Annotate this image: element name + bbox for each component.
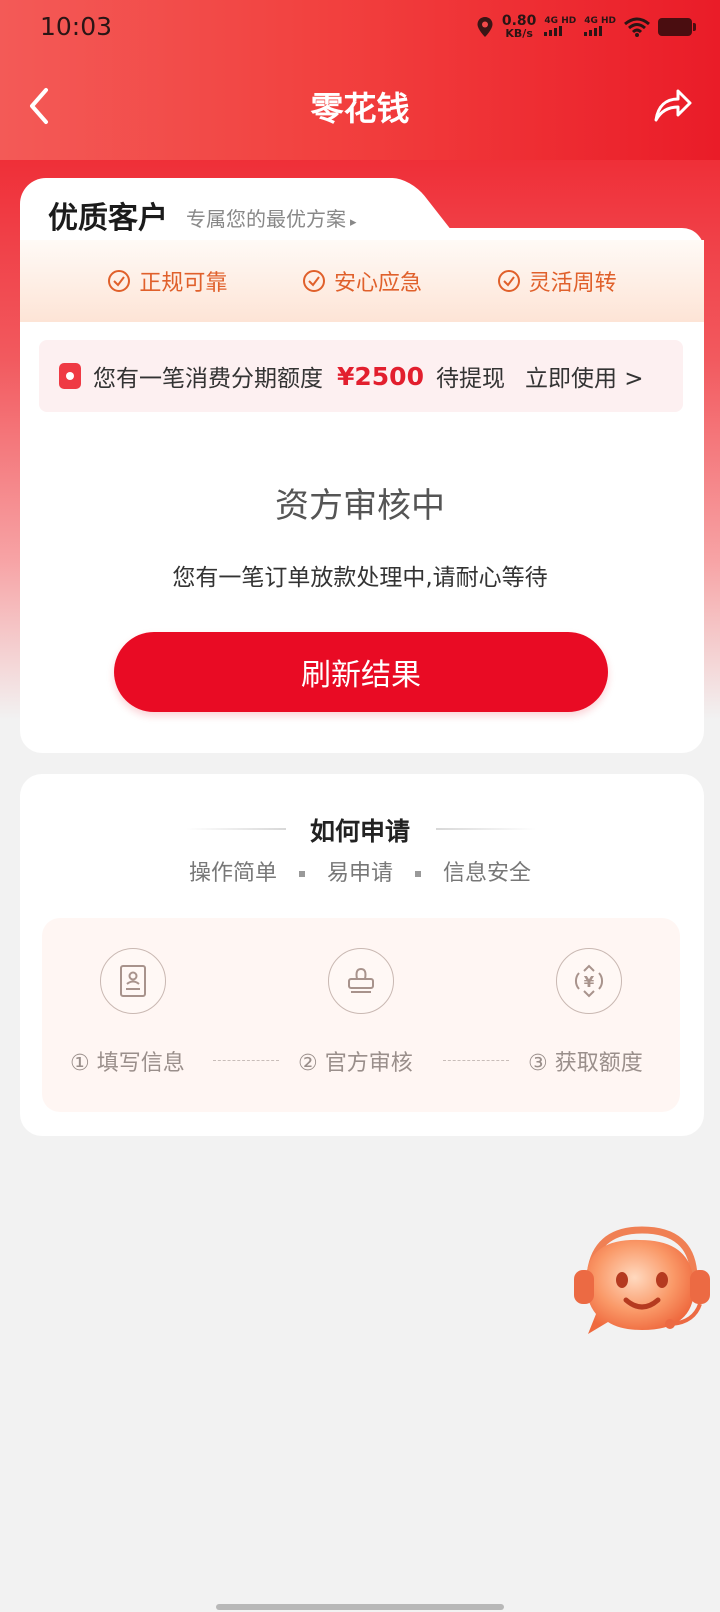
- review-status-title: 资方审核中: [275, 486, 445, 526]
- quota-banner[interactable]: 您有一笔消费分期额度 ¥2500 待提现 立即使用 >: [39, 340, 683, 412]
- svg-text:¥: ¥: [584, 973, 595, 991]
- step-1-label: ① 填写信息: [70, 1051, 185, 1076]
- status-icons: 0.80 KB/s 4G HD 4G HD: [476, 14, 696, 39]
- step-2-label: ② 官方审核: [298, 1051, 413, 1076]
- how-to-apply-title: 如何申请: [309, 817, 410, 846]
- step-connector: [443, 1060, 509, 1061]
- how-to-apply-tags: 操作简单 易申请 信息安全: [0, 855, 720, 887]
- signal-2: 4G HD: [584, 17, 616, 36]
- feature-strip: 正规可靠 安心应急 灵活周转: [20, 240, 704, 322]
- signal-1: 4G HD: [544, 17, 576, 36]
- triangle-right-icon: ▸: [350, 215, 357, 230]
- review-status-desc: 您有一笔订单放款处理中,请耐心等待: [172, 565, 548, 591]
- network-speed: 0.80 KB/s: [502, 14, 537, 39]
- status-time: 10:03: [40, 12, 113, 41]
- separator-dot: [298, 871, 305, 877]
- speed-unit: KB/s: [505, 27, 533, 40]
- check-circle-icon: [497, 270, 520, 292]
- location-icon: [477, 16, 493, 37]
- navigation-bar: 零花钱: [0, 60, 720, 150]
- check-circle-icon: [302, 270, 325, 292]
- feature-item: 安心应急: [302, 265, 422, 297]
- page-title: 零花钱: [310, 89, 410, 128]
- status-bar: 10:03 0.80 KB/s 4G HD 4G HD: [0, 0, 720, 56]
- check-circle-icon: [108, 270, 131, 292]
- divider-line: [436, 828, 536, 830]
- feature-label: 安心应急: [333, 271, 422, 296]
- signal-bars-icon: [584, 26, 616, 36]
- speed-value: 0.80: [501, 13, 537, 29]
- stamp-icon: [328, 948, 394, 1014]
- separator-dot: [415, 871, 421, 877]
- refresh-result-button[interactable]: 刷新结果: [114, 632, 608, 712]
- quota-amount: ¥2500: [337, 361, 424, 391]
- share-icon[interactable]: [650, 84, 694, 128]
- customer-service-mascot-icon[interactable]: [568, 1218, 716, 1344]
- network-label-2: 4G HD: [584, 16, 616, 26]
- vip-subtitle-link[interactable]: 专属您的最优方案 ▸: [186, 203, 357, 232]
- home-indicator[interactable]: [216, 1604, 504, 1610]
- network-label-1: 4G HD: [544, 16, 577, 26]
- form-document-icon: [100, 948, 166, 1014]
- tag-label: 操作简单: [188, 861, 277, 886]
- wallet-icon: [59, 363, 81, 389]
- feature-item: 正规可靠: [107, 265, 227, 297]
- wifi-icon: [624, 17, 650, 37]
- step-connector: [213, 1060, 279, 1061]
- feature-item: 灵活周转: [497, 265, 617, 297]
- vip-title: 优质客户: [48, 201, 168, 236]
- quota-status: 待提现: [435, 366, 505, 392]
- feature-label: 正规可靠: [139, 271, 228, 296]
- feature-label: 灵活周转: [528, 271, 617, 296]
- vip-subtitle: 专属您的最优方案: [186, 207, 346, 231]
- use-now-link[interactable]: 立即使用 >: [525, 359, 644, 393]
- battery-icon: [658, 17, 696, 36]
- quota-text: 您有一笔消费分期额度: [93, 366, 323, 392]
- signal-bars-icon: [544, 26, 576, 36]
- tag-label: 信息安全: [443, 861, 532, 886]
- tag-label: 易申请: [326, 861, 393, 886]
- step-3-label: ③ 获取额度: [528, 1051, 643, 1076]
- yuan-coin-icon: ¥: [556, 948, 622, 1014]
